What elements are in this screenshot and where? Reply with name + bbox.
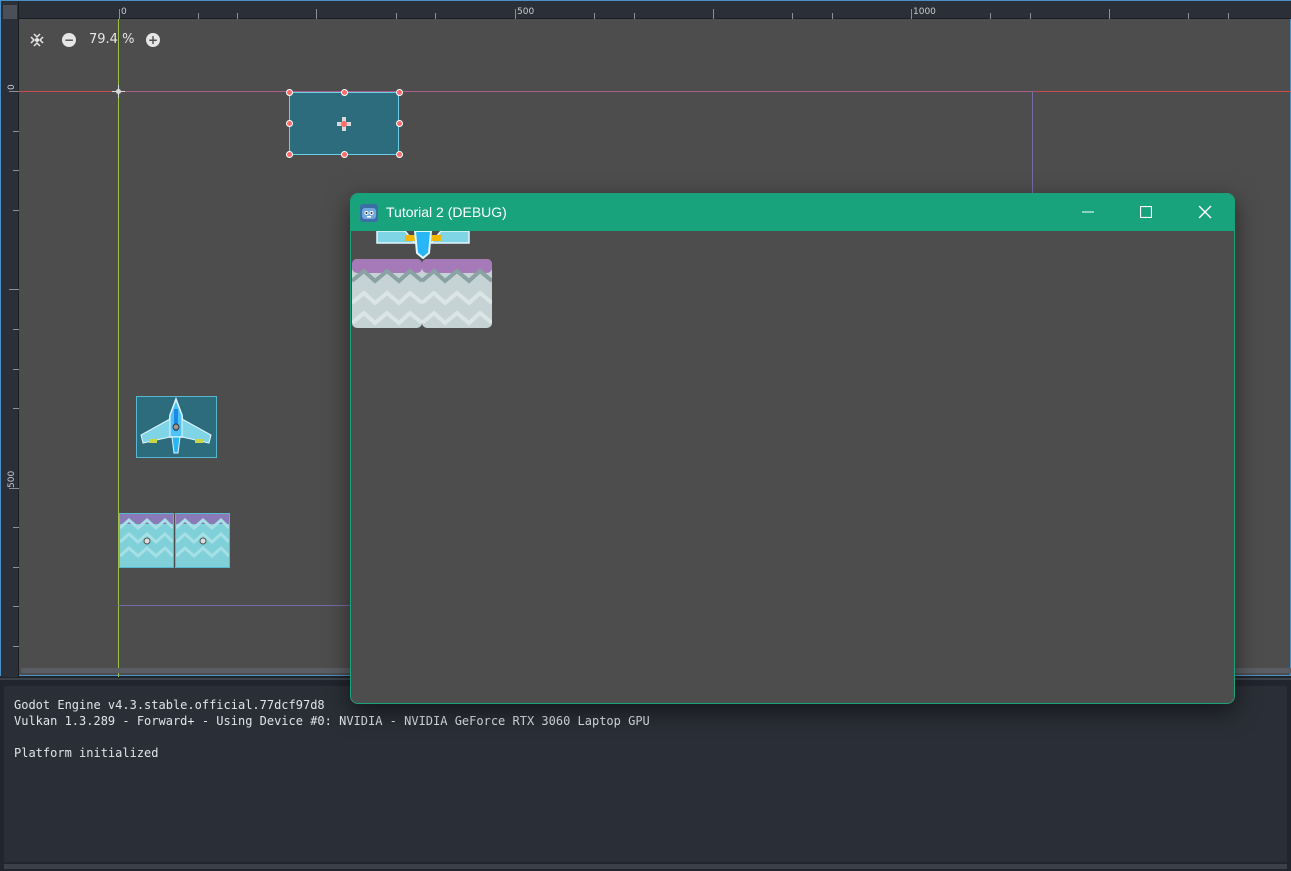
viewport-bound-top <box>118 91 1032 92</box>
ruler-tick <box>13 131 19 132</box>
resize-handle-br[interactable] <box>396 151 403 158</box>
ship-sprite-node[interactable] <box>136 396 217 458</box>
godot-editor-screen: 0 500 1000 0 500 − 79.4 % + Godot Engine… <box>0 0 1291 871</box>
output-panel: Godot Engine v4.3.stable.official.77dcf9… <box>0 678 1291 871</box>
ruler-tick <box>13 567 19 568</box>
ruler-tick <box>435 13 436 19</box>
ruler-tick <box>713 9 714 19</box>
output-log[interactable]: Godot Engine v4.3.stable.official.77dcf9… <box>4 686 1287 862</box>
close-icon <box>1198 205 1212 219</box>
zoom-out-button[interactable]: − <box>62 33 76 47</box>
ruler-tick <box>1030 13 1031 19</box>
zoom-in-button[interactable]: + <box>146 33 160 47</box>
window-title: Tutorial 2 (DEBUG) <box>386 204 507 220</box>
ground-tile-pattern <box>119 514 175 567</box>
ruler-tick <box>13 606 19 607</box>
ruler-label-0-v: 0 <box>7 84 17 90</box>
ruler-tick <box>396 13 397 19</box>
ruler-label-0: 0 <box>121 7 127 17</box>
log-line: Platform initialized <box>14 746 159 760</box>
ruler-tick <box>1188 13 1189 19</box>
y-axis-line <box>118 19 119 677</box>
minimize-icon <box>1082 211 1094 213</box>
ruler-tick <box>316 9 317 19</box>
ruler-tick <box>237 13 238 19</box>
ruler-tick <box>9 91 19 92</box>
ruler-tick <box>832 13 833 19</box>
spaceship-icon <box>140 396 212 454</box>
spaceship-sprite <box>376 231 470 259</box>
selected-node-rect[interactable] <box>289 92 399 155</box>
pivot-cross-icon <box>337 117 351 131</box>
ruler-tick <box>990 13 991 19</box>
log-line: Godot Engine v4.3.stable.official.77dcf9… <box>14 698 325 712</box>
ruler-tick <box>13 369 19 370</box>
output-hscrollbar[interactable] <box>4 864 1287 869</box>
ground-tile-game-2 <box>422 259 492 328</box>
game-debug-window[interactable]: Tutorial 2 (DEBUG) <box>350 193 1235 704</box>
ruler-label-1000: 1000 <box>913 7 936 17</box>
ruler-tick <box>1228 13 1229 19</box>
origin-marker-icon <box>112 85 125 98</box>
ruler-tick <box>13 408 19 409</box>
viewport-bound-bottom <box>118 605 358 606</box>
maximize-icon <box>1139 205 1153 219</box>
center-view-icon[interactable] <box>30 33 44 47</box>
maximize-button[interactable] <box>1117 194 1175 231</box>
ground-tile-pattern <box>175 514 231 567</box>
ruler-tick <box>911 9 912 19</box>
resize-handle-bl[interactable] <box>286 151 293 158</box>
game-render-area[interactable] <box>351 231 1234 703</box>
window-titlebar[interactable]: Tutorial 2 (DEBUG) <box>351 194 1234 231</box>
ruler-tick <box>515 9 516 19</box>
ruler-tick <box>792 13 793 19</box>
log-line: Vulkan 1.3.289 - Forward+ - Using Device… <box>14 714 650 728</box>
resize-handle-bc[interactable] <box>341 151 348 158</box>
ground-tile-2[interactable] <box>175 513 231 568</box>
resize-handle-ml[interactable] <box>286 120 293 127</box>
resize-handle-mr[interactable] <box>396 120 403 127</box>
minimize-button[interactable] <box>1059 194 1117 231</box>
ruler-tick <box>9 488 19 489</box>
ruler-corner <box>3 5 17 19</box>
ruler-tick <box>594 13 595 19</box>
ruler-tick <box>634 13 635 19</box>
zoom-level-button[interactable]: 79.4 % <box>89 32 134 47</box>
resize-handle-tc[interactable] <box>341 89 348 96</box>
ruler-tick <box>9 289 19 290</box>
ground-tile-game-1 <box>352 259 422 328</box>
ruler-tick <box>119 9 120 19</box>
ruler-tick <box>13 329 19 330</box>
godot-icon <box>360 204 378 222</box>
ruler-label-500-v: 500 <box>7 470 17 488</box>
viewport-bound-right <box>1032 91 1033 195</box>
ruler-tick <box>13 210 19 211</box>
ruler-tick <box>198 13 199 19</box>
ruler-vertical[interactable]: 0 500 <box>1 1 19 677</box>
ruler-label-500: 500 <box>517 7 535 17</box>
ruler-tick <box>13 646 19 647</box>
close-button[interactable] <box>1176 194 1234 231</box>
ground-tile-1[interactable] <box>119 513 175 568</box>
resize-handle-tl[interactable] <box>286 89 293 96</box>
ruler-tick <box>1109 9 1110 19</box>
ruler-tick <box>13 527 19 528</box>
ruler-tick <box>13 170 19 171</box>
ruler-horizontal[interactable]: 0 500 1000 <box>1 1 1291 19</box>
resize-handle-tr[interactable] <box>396 89 403 96</box>
